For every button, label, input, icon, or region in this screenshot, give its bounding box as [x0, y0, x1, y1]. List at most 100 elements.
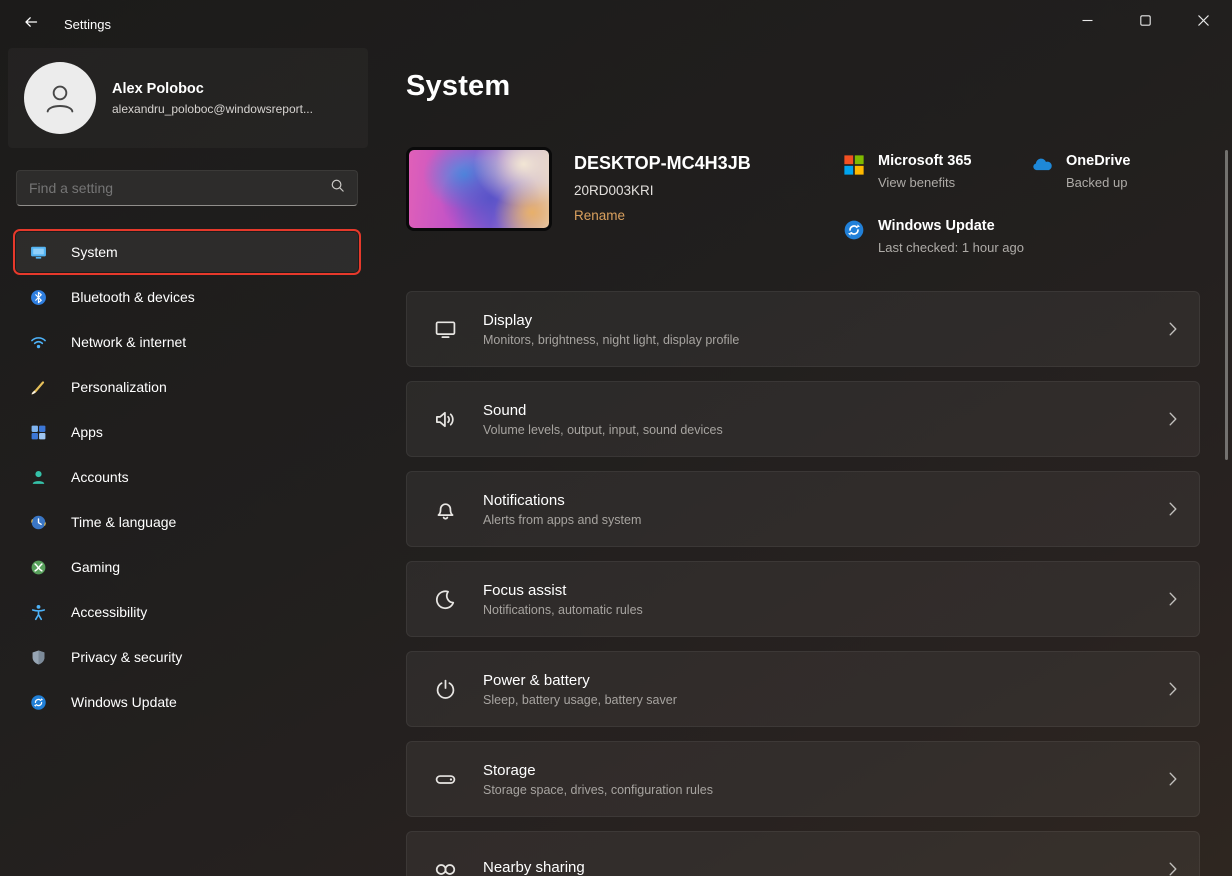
avatar: [24, 62, 96, 134]
card-subtitle: Volume levels, output, input, sound devi…: [483, 423, 723, 437]
minimize-icon: [1082, 13, 1093, 31]
card-nearby-sharing[interactable]: Nearby sharing: [406, 831, 1200, 876]
card-title: Focus assist: [483, 582, 643, 599]
card-power-battery[interactable]: Power & battery Sleep, battery usage, ba…: [406, 651, 1200, 727]
maximize-button[interactable]: [1116, 0, 1174, 44]
card-subtitle: Monitors, brightness, night light, displ…: [483, 333, 739, 347]
sidebar-item-accounts[interactable]: Accounts: [16, 457, 358, 497]
status-title: Microsoft 365: [878, 153, 971, 169]
onedrive-icon: [1030, 153, 1054, 177]
status-onedrive[interactable]: OneDrive Backed up: [1030, 153, 1200, 190]
sidebar-item-privacy-security[interactable]: Privacy & security: [16, 637, 358, 677]
status-microsoft-365[interactable]: Microsoft 365 View benefits: [842, 153, 1030, 190]
status-subtitle[interactable]: Backed up: [1066, 175, 1130, 190]
card-subtitle: Sleep, battery usage, battery saver: [483, 693, 677, 707]
card-notifications[interactable]: Notifications Alerts from apps and syste…: [406, 471, 1200, 547]
sidebar-item-label: System: [71, 244, 118, 260]
page-title: System: [406, 70, 1200, 103]
sidebar-item-personalization[interactable]: Personalization: [16, 367, 358, 407]
search-input[interactable]: [29, 180, 330, 196]
accounts-icon: [30, 469, 47, 486]
status-subtitle: Last checked: 1 hour ago: [878, 240, 1024, 255]
rename-link[interactable]: Rename: [574, 208, 625, 223]
sidebar-item-accessibility[interactable]: Accessibility: [16, 592, 358, 632]
chevron-right-icon: [1169, 592, 1177, 606]
status-windows-update[interactable]: Windows Update Last checked: 1 hour ago: [842, 218, 1030, 255]
person-icon: [41, 79, 79, 117]
minimize-button[interactable]: [1058, 0, 1116, 44]
sidebar-item-label: Privacy & security: [71, 649, 182, 665]
nearby-sharing-icon: [433, 857, 457, 876]
sidebar-item-system[interactable]: System: [16, 232, 358, 272]
card-text: Nearby sharing: [483, 859, 585, 876]
card-subtitle: Storage space, drives, configuration rul…: [483, 783, 713, 797]
sidebar-item-gaming[interactable]: Gaming: [16, 547, 358, 587]
sidebar-item-network-internet[interactable]: Network & internet: [16, 322, 358, 362]
card-focus-assist[interactable]: Focus assist Notifications, automatic ru…: [406, 561, 1200, 637]
back-button[interactable]: [12, 9, 50, 39]
card-text: Focus assist Notifications, automatic ru…: [483, 582, 643, 617]
privacy-icon: [30, 649, 47, 666]
status-title: OneDrive: [1066, 153, 1130, 169]
device-wallpaper-thumbnail: [406, 147, 552, 231]
windows-update-icon: [30, 694, 47, 711]
device-name: DESKTOP-MC4H3JB: [574, 153, 751, 174]
profile-email: alexandru_poloboc@windowsreport...: [112, 102, 313, 116]
device-model: 20RD003KRI: [574, 183, 751, 198]
sidebar-item-label: Accounts: [71, 469, 129, 485]
card-title: Nearby sharing: [483, 859, 585, 876]
sidebar-item-label: Network & internet: [71, 334, 186, 350]
focus-assist-icon: [433, 587, 457, 611]
status-title: Windows Update: [878, 218, 1024, 234]
app-title: Settings: [64, 17, 111, 32]
sidebar-nav: System Bluetooth & devices Network & int…: [16, 232, 358, 722]
search-icon: [330, 178, 345, 198]
windows-update-icon: [842, 218, 866, 242]
profile-text: Alex Poloboc alexandru_poloboc@windowsre…: [112, 81, 313, 116]
power-battery-icon: [433, 677, 457, 701]
sound-icon: [433, 407, 457, 431]
status-text: Microsoft 365 View benefits: [878, 153, 971, 190]
profile-section: Alex Poloboc alexandru_poloboc@windowsre…: [8, 48, 368, 148]
chevron-right-icon: [1169, 412, 1177, 426]
status-grid: Microsoft 365 View benefits OneDrive Bac…: [842, 147, 1200, 255]
close-button[interactable]: [1174, 0, 1232, 44]
vertical-scrollbar[interactable]: [1225, 150, 1228, 460]
sidebar-item-label: Bluetooth & devices: [71, 289, 195, 305]
apps-icon: [30, 424, 47, 441]
close-icon: [1198, 13, 1209, 31]
maximize-icon: [1140, 13, 1151, 31]
chevron-right-icon: [1169, 502, 1177, 516]
microsoft-365-icon: [842, 153, 866, 177]
gaming-icon: [30, 559, 47, 576]
chevron-right-icon: [1169, 862, 1177, 876]
notifications-icon: [433, 497, 457, 521]
status-text: OneDrive Backed up: [1066, 153, 1130, 190]
sidebar-item-label: Accessibility: [71, 604, 147, 620]
network-icon: [30, 334, 47, 351]
sidebar-item-windows-update[interactable]: Windows Update: [16, 682, 358, 722]
card-title: Sound: [483, 402, 723, 419]
chevron-right-icon: [1169, 322, 1177, 336]
card-storage[interactable]: Storage Storage space, drives, configura…: [406, 741, 1200, 817]
sidebar-item-apps[interactable]: Apps: [16, 412, 358, 452]
sidebar-item-bluetooth-devices[interactable]: Bluetooth & devices: [16, 277, 358, 317]
system-icon: [30, 244, 47, 261]
time-language-icon: [30, 514, 47, 531]
card-title: Storage: [483, 762, 713, 779]
bluetooth-icon: [30, 289, 47, 306]
card-sound[interactable]: Sound Volume levels, output, input, soun…: [406, 381, 1200, 457]
card-subtitle: Alerts from apps and system: [483, 513, 641, 527]
back-arrow-icon: [23, 14, 39, 35]
accessibility-icon: [30, 604, 47, 621]
display-icon: [433, 317, 457, 341]
card-title: Display: [483, 312, 739, 329]
card-display[interactable]: Display Monitors, brightness, night ligh…: [406, 291, 1200, 367]
sidebar: Alex Poloboc alexandru_poloboc@windowsre…: [0, 48, 376, 876]
sidebar-item-time-language[interactable]: Time & language: [16, 502, 358, 542]
personalization-icon: [30, 379, 47, 396]
sidebar-item-label: Windows Update: [71, 694, 177, 710]
profile-name: Alex Poloboc: [112, 81, 313, 97]
chevron-right-icon: [1169, 682, 1177, 696]
status-subtitle[interactable]: View benefits: [878, 175, 971, 190]
